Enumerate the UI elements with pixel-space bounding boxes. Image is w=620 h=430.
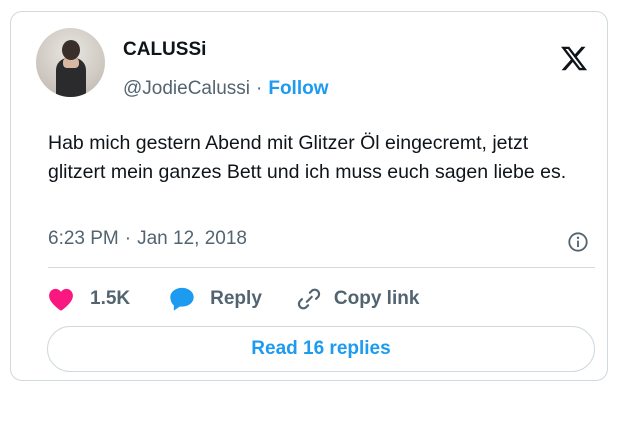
divider	[48, 267, 595, 268]
tweet-timestamp[interactable]: 6:23 PM · Jan 12, 2018	[48, 228, 247, 250]
follow-button[interactable]: Follow	[268, 78, 328, 99]
handle-separator: ·	[256, 78, 263, 99]
timestamp-separator: ·	[124, 228, 132, 249]
action-bar: 1.5K Reply Copy link	[48, 282, 419, 316]
reply-button[interactable]: Reply	[168, 286, 262, 312]
tweet-date: Jan 12, 2018	[137, 228, 247, 249]
speech-bubble-icon	[170, 287, 194, 311]
copy-link-button[interactable]: Copy link	[296, 286, 420, 312]
tweet-card: CALUSSi @JodieCalussi · Follow Hab mich ge…	[10, 11, 608, 381]
author-display-name[interactable]: CALUSSi	[123, 39, 206, 61]
read-replies-label: Read 16 replies	[251, 338, 391, 359]
info-icon[interactable]	[567, 231, 589, 253]
author-handle[interactable]: @JodieCalussi	[123, 78, 250, 99]
copy-link-label: Copy link	[333, 288, 420, 309]
read-replies-button[interactable]: Read 16 replies	[47, 326, 595, 372]
tweet-time: 6:23 PM	[48, 228, 119, 249]
tweet-text: Hab mich gestern Abend mit Glitzer Öl ei…	[48, 132, 567, 183]
author-handle-row: @JodieCalussi · Follow	[123, 78, 329, 100]
link-icon	[297, 288, 321, 310]
x-logo-icon[interactable]	[559, 44, 589, 73]
like-count: 1.5K	[90, 288, 131, 309]
heart-icon	[49, 288, 73, 311]
avatar[interactable]	[36, 28, 105, 97]
like-button[interactable]: 1.5K	[48, 287, 130, 311]
reply-label: Reply	[210, 288, 262, 309]
